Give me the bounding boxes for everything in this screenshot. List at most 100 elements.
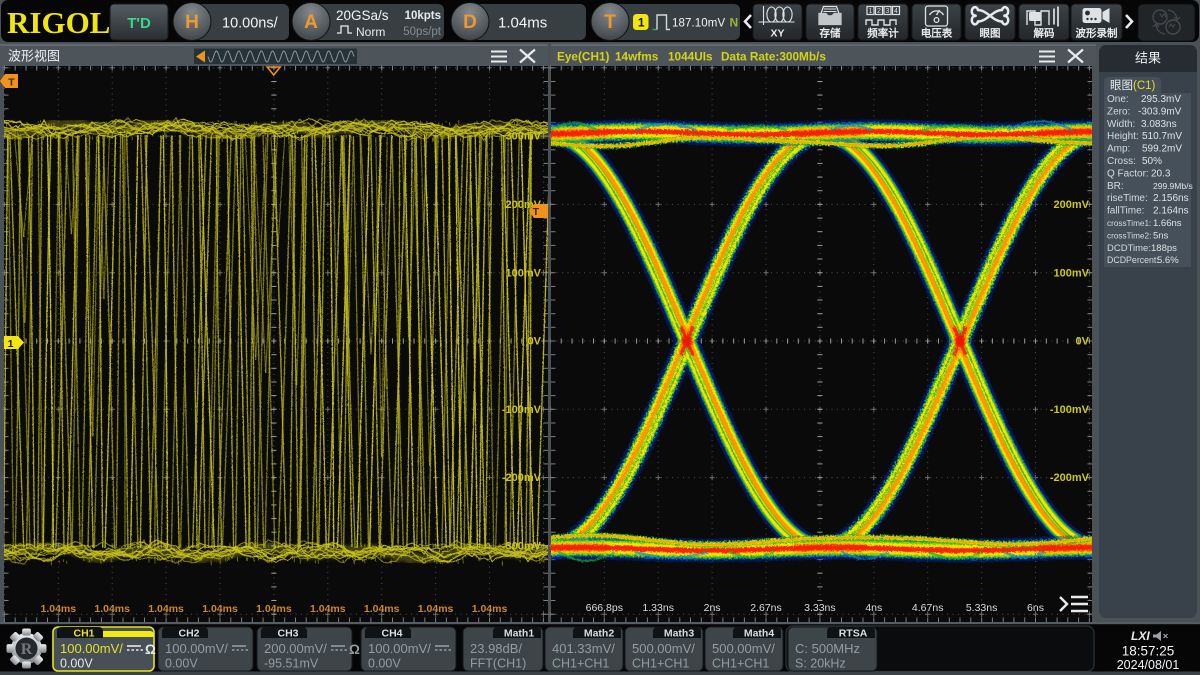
- svg-text:1.04ms: 1.04ms: [364, 603, 400, 615]
- svg-text:3: 3: [886, 8, 890, 15]
- svg-text:1.04ms: 1.04ms: [498, 15, 547, 32]
- svg-text:-95.51mV: -95.51mV: [264, 657, 319, 671]
- svg-text:crossTime1:: crossTime1:: [1107, 219, 1151, 228]
- svg-text:500.00mV/: 500.00mV/: [632, 641, 695, 656]
- svg-text:T: T: [8, 77, 15, 89]
- svg-text:2.156ns: 2.156ns: [1153, 193, 1189, 204]
- svg-text:10kpts: 10kpts: [405, 10, 441, 22]
- svg-text:1.33ns: 1.33ns: [642, 602, 674, 614]
- svg-text:S: 20kHz: S: 20kHz: [795, 657, 846, 671]
- svg-text:1.04ms: 1.04ms: [472, 603, 508, 615]
- svg-text:2.164ns: 2.164ns: [1153, 206, 1189, 217]
- svg-text:599.2mV: 599.2mV: [1142, 144, 1182, 155]
- svg-text:T'D: T'D: [127, 15, 151, 32]
- svg-text:200mV: 200mV: [1054, 199, 1090, 211]
- svg-text:200.00mV/: 200.00mV/: [264, 641, 327, 656]
- svg-text:Data Rate:300Mb/s: Data Rate:300Mb/s: [721, 50, 826, 64]
- svg-text:666.8ps: 666.8ps: [586, 602, 623, 614]
- svg-text:Zero:: Zero:: [1107, 106, 1130, 117]
- svg-text:50ps/pt: 50ps/pt: [403, 26, 442, 38]
- svg-text:H: H: [185, 12, 199, 33]
- svg-text:CH3: CH3: [277, 628, 298, 640]
- svg-text:Math1: Math1: [504, 628, 534, 640]
- svg-text:3.33ns: 3.33ns: [804, 602, 836, 614]
- svg-text:1.66ns: 1.66ns: [1153, 218, 1182, 229]
- svg-text:-300mV: -300mV: [502, 541, 542, 553]
- svg-text:0.00V: 0.00V: [368, 657, 401, 671]
- svg-text:LXI: LXI: [1131, 629, 1150, 643]
- svg-text:300mV: 300mV: [506, 131, 542, 143]
- svg-text:电压表: 电压表: [921, 27, 953, 40]
- svg-text:2ns: 2ns: [704, 602, 721, 614]
- svg-text:RTSA: RTSA: [839, 628, 868, 640]
- svg-text:D: D: [463, 12, 477, 33]
- svg-text:Math2: Math2: [584, 628, 614, 640]
- svg-text:100.00mV/: 100.00mV/: [165, 641, 228, 656]
- svg-text:4ns: 4ns: [865, 602, 882, 614]
- svg-text:Math4: Math4: [744, 628, 774, 640]
- svg-text:RIGOL: RIGOL: [7, 5, 110, 40]
- svg-text:5ns: 5ns: [1153, 230, 1169, 241]
- svg-text:结果: 结果: [1135, 51, 1161, 66]
- svg-text:BR:: BR:: [1107, 181, 1124, 192]
- svg-text:DCDTime:: DCDTime:: [1107, 243, 1151, 254]
- svg-text:-100mV: -100mV: [502, 404, 542, 416]
- svg-text:1.04ms: 1.04ms: [310, 603, 346, 615]
- svg-text:CH1+CH1: CH1+CH1: [712, 657, 769, 671]
- svg-text:One:: One:: [1107, 94, 1129, 105]
- svg-text:14wfms: 14wfms: [615, 50, 659, 64]
- svg-text:Math3: Math3: [664, 628, 694, 640]
- svg-text:0.00V: 0.00V: [60, 657, 93, 671]
- svg-text:1.04ms: 1.04ms: [94, 603, 130, 615]
- svg-text:fallTime:: fallTime:: [1107, 206, 1144, 217]
- svg-text:100mV: 100mV: [1054, 267, 1090, 279]
- svg-text:Eye(CH1): Eye(CH1): [557, 50, 610, 64]
- svg-text:4.67ns: 4.67ns: [912, 602, 944, 614]
- svg-text:100.00mV/: 100.00mV/: [368, 641, 431, 656]
- svg-text:A: A: [304, 12, 318, 33]
- svg-text:0.00V: 0.00V: [165, 657, 198, 671]
- svg-text:1: 1: [8, 338, 14, 350]
- svg-text:1.04ms: 1.04ms: [256, 603, 292, 615]
- svg-text:23.98dB/: 23.98dB/: [470, 641, 522, 656]
- svg-text:CH2: CH2: [178, 628, 199, 640]
- svg-text:CH4: CH4: [381, 628, 402, 640]
- svg-text:401.33mV/: 401.33mV/: [552, 641, 615, 656]
- svg-text:XY: XY: [770, 28, 784, 40]
- svg-text:187.10mV: 187.10mV: [672, 18, 725, 30]
- svg-text:波形录制: 波形录制: [1076, 27, 1118, 40]
- svg-text:2024/08/01: 2024/08/01: [1117, 658, 1180, 672]
- svg-text:299.9Mb/s: 299.9Mb/s: [1153, 181, 1193, 191]
- svg-text:0V: 0V: [528, 336, 542, 348]
- svg-text:1044UIs: 1044UIs: [668, 50, 713, 64]
- svg-text:Q Factor:: Q Factor:: [1107, 168, 1149, 179]
- svg-text:1.04ms: 1.04ms: [40, 603, 76, 615]
- svg-text:5.6%: 5.6%: [1157, 255, 1179, 266]
- svg-text:CH1+CH1: CH1+CH1: [552, 657, 609, 671]
- svg-text:3.083ns: 3.083ns: [1141, 119, 1177, 130]
- svg-text:5.33ns: 5.33ns: [966, 602, 998, 614]
- svg-text:20GSa/s: 20GSa/s: [336, 8, 389, 23]
- svg-text:Ω: Ω: [349, 642, 360, 657]
- svg-text:50%: 50%: [1142, 156, 1162, 167]
- svg-text:眼图(C1): 眼图(C1): [1110, 79, 1156, 92]
- svg-text:510.7mV: 510.7mV: [1142, 131, 1182, 142]
- svg-text:4: 4: [894, 8, 898, 15]
- svg-text:眼图: 眼图: [980, 28, 1001, 40]
- svg-text:FFT(CH1): FFT(CH1): [470, 657, 526, 671]
- svg-text:-100mV: -100mV: [1050, 404, 1090, 416]
- svg-text:riseTime:: riseTime:: [1107, 193, 1148, 204]
- svg-text:N: N: [730, 16, 739, 30]
- svg-text:CH1: CH1: [73, 628, 94, 640]
- svg-text:188ps: 188ps: [1151, 243, 1177, 254]
- svg-text:Height:: Height:: [1107, 131, 1139, 142]
- svg-text:-200mV: -200mV: [502, 472, 542, 484]
- svg-text:存储: 存储: [820, 27, 841, 40]
- svg-text:Width:: Width:: [1107, 119, 1135, 130]
- svg-text:T: T: [533, 206, 540, 218]
- svg-text:R: R: [21, 641, 33, 658]
- svg-text:DCDPercent:: DCDPercent:: [1107, 255, 1159, 265]
- svg-text:1: 1: [638, 16, 645, 30]
- svg-text:18:57:25: 18:57:25: [1122, 644, 1175, 659]
- svg-text:波形视图: 波形视图: [8, 49, 60, 64]
